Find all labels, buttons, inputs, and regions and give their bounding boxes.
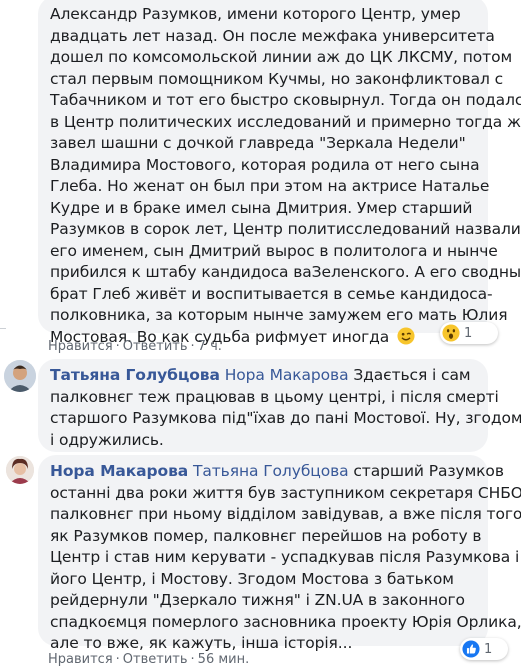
comment-text: палковнєг теж працював в цьому центрі, і…	[50, 387, 521, 452]
comment-text-line: старшого Разумкова під"їхав до пані Мост…	[50, 409, 521, 427]
mention-link[interactable]: Татьяна Голубцова	[193, 462, 349, 480]
avatar-image	[6, 456, 34, 484]
like-link[interactable]: Нравится	[48, 339, 113, 354]
comment-bubble-tatyana: Татьяна Голубцова Нора Макарова Здається…	[38, 359, 521, 452]
separator-dot: ·	[190, 652, 195, 667]
avatar-nora-makarova[interactable]	[6, 456, 34, 484]
comment-text-line: завел шашни с дочкой главреда "Зеркала Н…	[50, 134, 466, 152]
reaction-summary[interactable]: 1	[460, 638, 508, 660]
comment-actions: Нравится · Ответить · 7 ч.	[48, 339, 222, 354]
comment-text-line: палковнєг при ньому відділом завідував, …	[50, 505, 521, 523]
comment-text: останні два роки життя був заступником с…	[50, 483, 521, 655]
thread-connector	[0, 328, 6, 329]
reply-link[interactable]: Ответить	[123, 652, 188, 667]
comment-text-line: двадцать лет назад. Он после межфака уни…	[50, 26, 495, 45]
comment-author-name[interactable]: Нора Макарова	[50, 462, 188, 480]
mention-link[interactable]: Нора Макарова	[225, 366, 349, 384]
comment-text-line: в Центр политических исследований и прим…	[50, 112, 521, 131]
comment-bubble-nora: Нора Макарова Татьяна Голубцова старший …	[38, 455, 521, 652]
like-reaction-icon	[462, 640, 480, 658]
comment-actions: Нравится · Ответить · 56 мин.	[48, 652, 249, 667]
comment-text: Александр Разумков, имени которого Центр…	[50, 4, 521, 327]
comment-text-line: Центр і став ним керувати - успадкував п…	[50, 548, 520, 566]
comment-text-line: Табачником и тот его быстро сковырнул. Т…	[50, 91, 521, 109]
comment-author-name[interactable]: Татьяна Голубцова	[50, 366, 220, 384]
separator-dot: ·	[115, 652, 120, 667]
comment-text-line: палковнєг теж працював в цьому центрі, і…	[50, 387, 499, 406]
comment-text-line: рейдернули "Дзеркало тижня" і ZN.UA в за…	[50, 591, 465, 609]
comment-text-line: стал первым помощником Кучмы, но законфл…	[50, 69, 504, 88]
avatar-image	[4, 360, 36, 392]
comment-text-line: брат Глеб живёт и воспитывается в семье …	[50, 284, 493, 303]
comment-text-line: його Центр, і Мостову. Згодом Мостова з …	[50, 569, 454, 588]
comment-bubble-razumkov-story: Александр Разумков, имени которого Центр…	[38, 0, 521, 346]
separator-dot: ·	[115, 339, 120, 354]
comment-first-line: Нора Макарова Татьяна Голубцова старший …	[50, 461, 504, 483]
separator-dot: ·	[190, 339, 195, 354]
comment-text-line: Глеба. Но женат он был при этом на актри…	[50, 177, 490, 195]
comment-text-line: останні два роки життя був заступником с…	[50, 483, 521, 502]
reaction-count: 1	[484, 641, 493, 657]
reply-link[interactable]: Ответить	[123, 339, 188, 354]
comment-text-line: полковника, за которым нынче замужем его…	[50, 306, 508, 324]
comment-text-line: Александр Разумков, имени которого Центр…	[50, 5, 461, 23]
wow-reaction-icon	[442, 324, 460, 342]
comment-text-line: Кудре и в браке имел сына Дмитрия. Умер …	[50, 198, 473, 217]
timestamp-link[interactable]: 7 ч.	[198, 339, 222, 354]
timestamp-link[interactable]: 56 мин.	[198, 652, 250, 667]
comment-text-line: і одружились.	[50, 430, 164, 449]
reaction-count: 1	[464, 325, 473, 341]
wink-emoji-icon	[397, 326, 415, 345]
avatar-tatyana-golubtsova[interactable]	[4, 360, 36, 392]
comment-text-line: Разумков в сорок лет, Центр политисследо…	[50, 220, 521, 238]
comment-text-line: прибился к штабу кандидоса ваЗеленского.…	[50, 263, 521, 281]
comment-text-line: Владимира Мостового, которая родила от н…	[50, 155, 480, 174]
reaction-summary[interactable]: 1	[440, 322, 498, 344]
comment-text: Здається і сам	[353, 366, 471, 384]
comment-text-line: дошел по комсомольской линии аж до ЦК ЛК…	[50, 48, 513, 66]
like-link[interactable]: Нравится	[48, 652, 113, 667]
comment-text-line: як Разумков помер, палковнєг перейшов на…	[50, 526, 482, 545]
comment-text-line: спадкоємця померлого засновника проекту …	[50, 612, 521, 631]
comment-text-line: его именем, сын Дмитрий вырос в политоло…	[50, 241, 498, 260]
comment-first-line: Татьяна Голубцова Нора Макарова Здається…	[50, 365, 478, 387]
comment-text: старший Разумков	[353, 462, 504, 480]
